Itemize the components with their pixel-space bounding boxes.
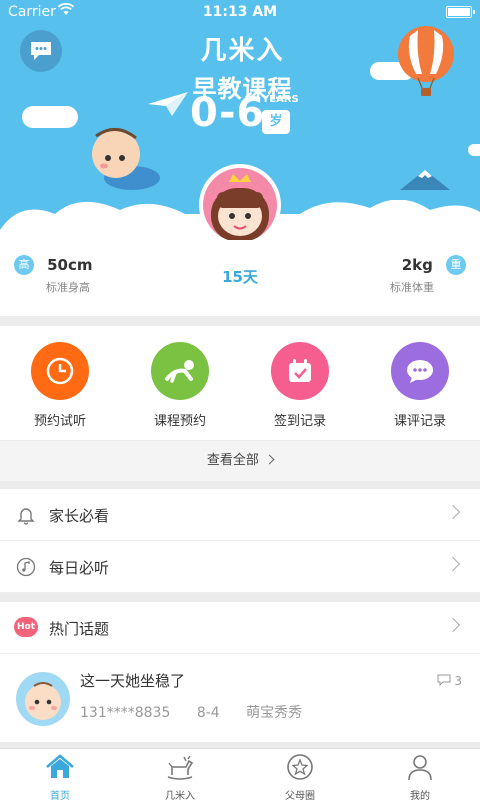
tab-label: 几米入 xyxy=(165,791,195,800)
comment-count: 3 xyxy=(437,674,462,688)
battery-icon xyxy=(446,6,475,18)
menu-list: 家长必看 每日必听 xyxy=(0,489,480,593)
tab-profile[interactable]: 我的 xyxy=(360,753,480,800)
chevron-right-icon xyxy=(445,556,461,572)
rocking-horse-icon xyxy=(167,755,194,780)
action-label: 课程预约 xyxy=(153,414,206,429)
brand-years: YEARS xyxy=(262,94,299,105)
post-phone: 131****8835 xyxy=(80,705,171,721)
tab-parents-circle[interactable]: 父母圈 xyxy=(240,753,360,800)
tab-bar: 首页 几米入 父母圈 我的 xyxy=(0,748,480,800)
cloud-decoration xyxy=(22,106,78,128)
clock-icon xyxy=(31,342,89,400)
status-bar: Carrier 11:13 AM xyxy=(0,0,480,24)
action-label: 预约试听 xyxy=(33,414,86,429)
chevron-right-icon xyxy=(264,454,275,465)
child-avatar[interactable] xyxy=(199,164,281,240)
weight-badge: 重 xyxy=(446,254,466,275)
hot-topics-section: Hot 热门话题 这一天她坐稳了 131****8835 8-4 萌宝秀秀 3 xyxy=(0,602,480,742)
menu-item-daily-listening[interactable]: 每日必听 xyxy=(0,541,480,593)
cloud-decoration xyxy=(468,144,480,156)
menu-item-label: 家长必看 xyxy=(49,507,110,525)
star-circle-icon xyxy=(287,754,313,780)
action-course-booking[interactable]: 课程预约 xyxy=(120,342,240,429)
action-checkin-records[interactable]: 签到记录 xyxy=(240,342,360,429)
brand-name: 几米入 xyxy=(200,36,285,66)
brand-age-range: 0-6 xyxy=(190,90,266,136)
tab-label: 首页 xyxy=(50,791,70,800)
chat-dots-icon xyxy=(391,342,449,400)
tab-label: 我的 xyxy=(410,791,430,800)
topic-post[interactable]: 这一天她坐稳了 131****8835 8-4 萌宝秀秀 3 xyxy=(0,654,480,742)
weight-stat: 2kg 重 标准体重 xyxy=(390,254,466,295)
action-label: 课评记录 xyxy=(393,414,446,429)
weight-label: 标准体重 xyxy=(390,280,434,294)
bell-icon xyxy=(17,508,35,525)
avatar-image xyxy=(203,168,277,240)
post-title: 这一天她坐稳了 xyxy=(80,672,186,690)
weight-value: 2kg xyxy=(401,255,433,274)
music-note-icon xyxy=(16,557,36,577)
mountain-decoration xyxy=(400,170,450,190)
hot-topics-header[interactable]: Hot 热门话题 xyxy=(0,602,480,654)
post-date: 8-4 xyxy=(196,705,220,721)
action-label: 签到记录 xyxy=(273,414,326,429)
quick-actions: 预约试听 课程预约 签到记录 课评记录 xyxy=(0,326,480,440)
chat-bubble-icon xyxy=(31,42,51,60)
menu-item-parents-must-read[interactable]: 家长必看 xyxy=(0,489,480,541)
brand-logo: 几米入 早教课程 0-6 YEARS 岁 xyxy=(180,30,305,136)
post-author-avatar xyxy=(16,672,70,726)
menu-item-label: 每日必听 xyxy=(49,559,110,577)
chevron-right-icon xyxy=(445,617,461,633)
post-meta: 131****8835 8-4 萌宝秀秀 xyxy=(80,702,324,722)
crawling-baby-icon xyxy=(151,342,209,400)
home-screen: Carrier 11:13 AM 几米入 早教课程 0-6 YEARS 岁 高 … xyxy=(0,0,480,800)
tab-jimiru[interactable]: 几米入 xyxy=(120,753,240,800)
post-author: 萌宝秀秀 xyxy=(246,705,303,721)
brand-unit: 岁 xyxy=(262,110,290,134)
growth-stats: 高 50cm 标准身高 15天 2kg 重 标准体重 xyxy=(0,240,480,316)
action-trial-booking[interactable]: 预约试听 xyxy=(0,342,120,429)
messages-button[interactable] xyxy=(20,30,62,72)
user-icon xyxy=(408,755,432,781)
baby-illustration xyxy=(92,128,160,190)
tab-label: 父母圈 xyxy=(285,791,315,800)
chevron-right-icon xyxy=(445,504,461,520)
hot-topics-label: 热门话题 xyxy=(49,620,110,638)
action-review-records[interactable]: 课评记录 xyxy=(360,342,480,429)
hot-air-balloon-icon xyxy=(398,26,454,96)
view-all-button[interactable]: 查看全部 xyxy=(0,441,480,481)
clock-time: 11:13 AM xyxy=(202,4,278,20)
comment-icon xyxy=(437,674,451,687)
tab-home[interactable]: 首页 xyxy=(0,753,120,800)
home-icon xyxy=(46,754,74,778)
view-all-label: 查看全部 xyxy=(206,453,259,468)
comment-count-value: 3 xyxy=(454,674,462,688)
hero-banner: Carrier 11:13 AM 几米入 早教课程 0-6 YEARS 岁 xyxy=(0,0,480,240)
calendar-check-icon xyxy=(271,342,329,400)
hot-badge: Hot xyxy=(14,617,38,637)
